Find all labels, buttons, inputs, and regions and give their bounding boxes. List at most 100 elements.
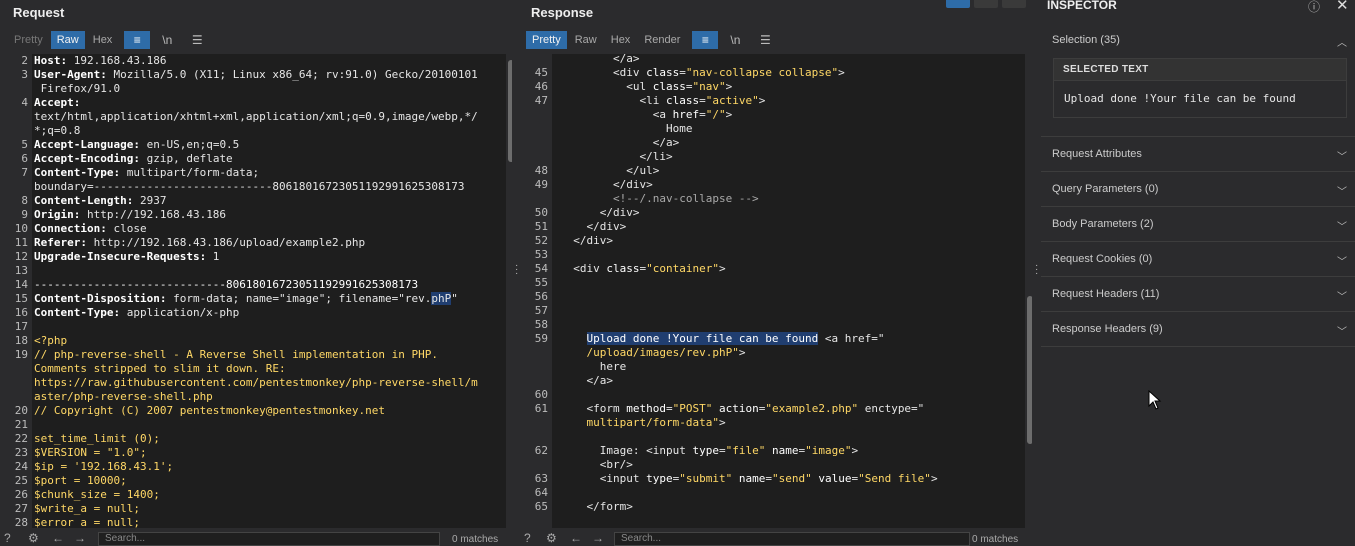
tab-pretty[interactable]: Pretty [526, 31, 567, 49]
line-number: 63 [534, 472, 548, 485]
inspector-section-label: Response Headers (9) [1052, 323, 1163, 335]
code-line: Content-Type: application/x-php [34, 306, 240, 319]
line-number: 17 [14, 320, 28, 333]
code-line: Content-Length: 2937 [34, 194, 167, 207]
inspector-section-label: Request Cookies (0) [1052, 253, 1153, 265]
request-editor[interactable]: 2 Host: 192.168.43.186 3 User-Agent: Mozill… [0, 54, 506, 528]
code-line: </div> [560, 234, 613, 247]
code-line: Accept-Encoding: gzip, deflate [34, 152, 233, 165]
tab-hex[interactable]: Hex [87, 31, 119, 49]
response-editor[interactable]: </a> 45 <div class="nav-collapse collapse… [520, 54, 1025, 528]
request-search-input[interactable]: Search... [98, 532, 440, 546]
chevron-up-icon[interactable]: ︿ [1337, 34, 1347, 49]
inspector-section-selection[interactable]: Selection (35) ︿ SELECTED TEXT Upload do… [1041, 22, 1355, 137]
code-line: <br/> [560, 458, 633, 471]
line-number: 45 [534, 66, 548, 79]
newline-icon[interactable]: \n [154, 31, 180, 49]
inspector-section-body-parameters[interactable]: Body Parameters (2) ﹀ [1041, 207, 1355, 242]
response-scrollbar[interactable] [1027, 296, 1032, 444]
line-number: 6 [21, 152, 28, 165]
request-scrollbar[interactable] [508, 60, 512, 162]
forward-arrow-icon[interactable]: → [592, 531, 604, 545]
line-number: 64 [534, 486, 548, 499]
close-icon[interactable]: ✕ [1336, 0, 1349, 14]
inspector-divider[interactable]: · · · [1033, 0, 1039, 546]
chevron-down-icon[interactable]: ﹀ [1337, 218, 1347, 233]
line-number: 15 [14, 292, 28, 305]
chevron-down-icon[interactable]: ﹀ [1337, 323, 1347, 338]
menu-icon[interactable]: ☰ [752, 31, 778, 49]
code-line: <div class="container"> [560, 262, 726, 275]
code-line: /upload/images/rev.phP"> [586, 346, 746, 359]
wrap-icon[interactable]: ≡ [692, 31, 719, 49]
chevron-down-icon[interactable]: ﹀ [1337, 148, 1347, 163]
line-number: 28 [14, 516, 28, 528]
code-line: <a href="/"> [560, 108, 733, 121]
code-line: <?php [34, 334, 68, 347]
code-line: Accept-Language: en-US,en;q=0.5 [34, 138, 240, 151]
forward-arrow-icon[interactable]: → [74, 531, 86, 545]
tab-hex[interactable]: Hex [605, 31, 637, 49]
response-panel: Response Pretty Raw Hex Render ≡ \n ☰ </… [520, 0, 1032, 546]
code-line: multipart/form-data"> [586, 416, 726, 429]
inspector-section-request-cookies[interactable]: Request Cookies (0) ﹀ [1041, 242, 1355, 277]
line-number: 58 [534, 318, 548, 331]
line-number: 54 [534, 262, 548, 275]
code-line: // Copyright (C) 2007 pentestmonkey@pent… [34, 404, 385, 417]
menu-icon[interactable]: ☰ [184, 31, 210, 49]
line-number: 13 [14, 264, 28, 277]
drag-handle-icon[interactable]: · · · [515, 261, 518, 279]
response-search-input[interactable]: Search... [614, 532, 970, 546]
line-number: 51 [534, 220, 548, 233]
code-line: boundary=---------------------------8061… [34, 180, 465, 193]
code-line: Referer: http://192.168.43.186/upload/ex… [34, 236, 366, 249]
code-line: <form method="POST" action="example2.php… [560, 402, 925, 415]
line-number: 60 [534, 388, 548, 401]
wrap-icon[interactable]: ≡ [124, 31, 151, 49]
chevron-down-icon[interactable]: ﹀ [1337, 253, 1347, 268]
panel-divider[interactable]: · · · [513, 0, 519, 546]
chevron-down-icon[interactable]: ﹀ [1337, 288, 1347, 303]
selected-text-header: SELECTED TEXT [1054, 59, 1346, 81]
help-icon[interactable]: ⓘ [1308, 0, 1320, 15]
line-number: 49 [534, 178, 548, 191]
code-line: // php-reverse-shell - A Reverse Shell i… [34, 348, 438, 361]
line-number: 55 [534, 276, 548, 289]
drag-handle-icon[interactable]: · · · [1035, 261, 1038, 279]
chevron-down-icon[interactable]: ﹀ [1337, 183, 1347, 198]
back-arrow-icon[interactable]: ← [570, 531, 582, 545]
help-icon[interactable]: ? [4, 531, 11, 545]
request-title: Request [13, 5, 65, 20]
code-line: </div> [560, 178, 653, 191]
code-line: -----------------------------80618016723… [34, 278, 419, 291]
settings-icon[interactable]: ⚙ [28, 531, 39, 545]
inspector-section-request-attributes[interactable]: Request Attributes ﹀ [1041, 137, 1355, 172]
line-number: 57 [534, 304, 548, 317]
code-line: </ul> [560, 164, 660, 177]
response-view-tabs: Pretty Raw Hex Render ≡ \n ☰ [526, 31, 778, 49]
inspector-section-response-headers[interactable]: Response Headers (9) ﹀ [1041, 312, 1355, 347]
code-line: </li> [560, 150, 673, 163]
tab-raw[interactable]: Raw [50, 31, 85, 49]
code-line: Firefox/91.0 [34, 82, 121, 95]
tab-raw[interactable]: Raw [569, 31, 603, 49]
line-number: 25 [14, 474, 28, 487]
inspector-section-query-parameters[interactable]: Query Parameters (0) ﹀ [1041, 172, 1355, 207]
tab-render[interactable]: Render [638, 31, 686, 49]
code-line: aster/php-reverse-shell.php [34, 390, 213, 403]
code-line: </a> [560, 374, 613, 387]
code-line: </a> [560, 136, 680, 149]
inspector-section-request-headers[interactable]: Request Headers (11) ﹀ [1041, 277, 1355, 312]
tab-pretty[interactable]: Pretty [8, 31, 49, 49]
settings-icon[interactable]: ⚙ [546, 531, 557, 545]
line-number: 26 [14, 488, 28, 501]
request-search-bar: ? ⚙ ← → Search... 0 matches [0, 528, 512, 546]
selected-text-box: SELECTED TEXT Upload done !Your file can… [1053, 58, 1347, 118]
code-line: Content-Type: multipart/form-data; [34, 166, 260, 179]
code-line: $port = 10000; [34, 474, 127, 487]
line-number: 62 [534, 444, 548, 457]
help-icon[interactable]: ? [524, 531, 531, 545]
newline-icon[interactable]: \n [722, 31, 748, 49]
back-arrow-icon[interactable]: ← [52, 531, 64, 545]
code-line: User-Agent: Mozilla/5.0 (X11; Linux x86_… [34, 68, 478, 81]
